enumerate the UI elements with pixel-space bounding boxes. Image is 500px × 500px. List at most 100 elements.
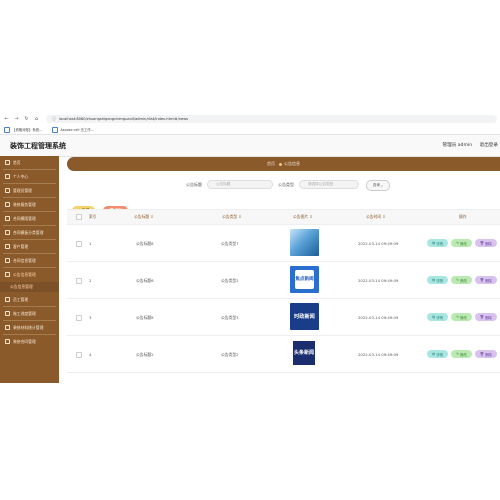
sidebar-item-services[interactable]: 装修服务管理	[0, 198, 59, 211]
row-time: 2022-03-14 09:49:09	[358, 241, 399, 246]
announcement-image	[290, 229, 319, 256]
edit-icon: ✎	[456, 278, 459, 282]
sort-icon: ⇕	[309, 214, 313, 219]
sidebar-subitem-announcements[interactable]: 公告信息管理	[0, 282, 59, 292]
sidebar-item-label: 合同模版管理	[13, 215, 36, 221]
menu-icon	[5, 311, 10, 316]
sidebar-item-announcements[interactable]: 公告信息管理	[0, 268, 59, 281]
row-title: 公告标题8	[136, 241, 154, 246]
sidebar-item-home[interactable]: 首页	[0, 156, 59, 169]
row-actions: ▤ 详情 ✎ 修改 🗑 删除	[427, 239, 500, 247]
edit-button[interactable]: ✎ 修改	[451, 313, 472, 321]
column-header[interactable]: 公告图片 ⇕	[293, 214, 313, 220]
sidebar-item-contracts[interactable]: 合同信息管理	[0, 254, 59, 267]
menu-icon	[5, 325, 10, 330]
search-button[interactable]: 查询 ⌕	[366, 180, 390, 191]
menu-icon	[5, 258, 10, 263]
search-bar: 公告标题 公告标题 公告类型 请选择公告类型 查询 ⌕	[0, 179, 500, 191]
sidebar-item-label: 装修服务管理	[13, 201, 36, 207]
menu-icon	[5, 244, 10, 249]
row-actions: ▤ 详情 ✎ 修改 🗑 删除	[427, 350, 500, 358]
row-checkbox[interactable]	[76, 241, 82, 247]
row-type: 公告类型3	[221, 315, 239, 320]
bookmark-item[interactable]: 【资格对账】系统...	[4, 126, 43, 133]
detail-icon: ▤	[432, 352, 436, 356]
row-type: 公告类型7	[221, 241, 239, 246]
address-bar[interactable]: ⓘ localhost:8080/zhuangshigongchenguanli…	[46, 115, 497, 123]
sidebar-item-progress[interactable]: 施工进度管理	[0, 307, 59, 320]
detail-button[interactable]: ▤ 详情	[427, 313, 449, 321]
op-label: 删除	[485, 352, 492, 357]
edit-button[interactable]: ✎ 修改	[451, 350, 472, 358]
row-index: 4	[89, 352, 92, 357]
column-header[interactable]: 公告类型 ⇕	[222, 214, 242, 220]
row-index: 3	[89, 315, 92, 320]
row-delete-button[interactable]: 🗑 删除	[474, 239, 497, 247]
column-header[interactable]: 公告时间 ⇕	[366, 214, 386, 220]
select-all-checkbox[interactable]	[76, 214, 82, 220]
title-search-input[interactable]: 公告标题	[207, 180, 273, 189]
bookmark-label: Aspose.cell 无工作...	[60, 128, 94, 132]
row-checkbox[interactable]	[76, 278, 82, 284]
trash-icon: 🗑	[479, 278, 485, 282]
home-icon[interactable]: ⌂	[33, 116, 40, 122]
detail-button[interactable]: ▤ 详情	[427, 350, 449, 358]
sidebar-item-label: 员工管理	[13, 296, 29, 302]
bookmark-item[interactable]: Aspose.cell 无工作...	[52, 126, 94, 133]
table-row: 2 公告标题6 公告类型2 焦点新闻 2022-03-14 09:49:09 ▤…	[67, 262, 500, 299]
op-label: 修改	[460, 352, 467, 357]
op-label: 删除	[485, 278, 492, 283]
image-caption: 焦点新闻	[295, 270, 314, 289]
detail-button[interactable]: ▤ 详情	[427, 239, 449, 247]
column-header-label: 公告类型	[222, 214, 238, 219]
row-checkbox[interactable]	[76, 352, 82, 358]
logout-link[interactable]: 退出登录	[480, 143, 498, 148]
column-header: 索引	[89, 214, 97, 219]
forward-icon[interactable]: →	[13, 116, 20, 122]
table-header: 索引 公告标题 ⇕ 公告类型 ⇕ 公告图片 ⇕ 公告时间 ⇕ 操作	[67, 209, 500, 225]
detail-icon: ▤	[432, 241, 436, 245]
row-time: 2022-03-14 09:49:09	[358, 278, 399, 283]
row-delete-button[interactable]: 🗑 删除	[474, 350, 497, 358]
menu-icon	[5, 230, 10, 235]
menu-icon	[5, 297, 10, 302]
column-header: 操作	[459, 214, 467, 219]
menu-icon	[5, 339, 10, 344]
sidebar-item-customers[interactable]: 客户管理	[0, 240, 59, 253]
row-checkbox[interactable]	[76, 315, 82, 321]
sidebar-item-materials[interactable]: 装修材料统计管理	[0, 321, 59, 334]
op-label: 详情	[436, 241, 444, 246]
menu-icon	[5, 202, 10, 207]
sidebar-item-label: 合同信息管理	[13, 257, 36, 263]
edit-icon: ✎	[456, 352, 459, 356]
sidebar-item-decoration-contracts[interactable]: 装修合同管理	[0, 335, 59, 348]
url-text: localhost:8080/zhuangshigongchenguanli/a…	[59, 117, 189, 121]
sidebar-item-label: 施工进度管理	[13, 310, 36, 316]
breadcrumb-separator	[279, 162, 282, 166]
edit-button[interactable]: ✎ 修改	[451, 276, 472, 284]
row-delete-button[interactable]: 🗑 删除	[474, 313, 497, 321]
bookmarks-bar: 【资格对账】系统... Aspose.cell 无工作...	[0, 125, 500, 135]
column-header[interactable]: 公告标题 ⇕	[134, 214, 154, 220]
op-label: 详情	[436, 278, 444, 283]
sidebar-item-contract-templates[interactable]: 合同模版管理	[0, 212, 59, 225]
detail-button[interactable]: ▤ 详情	[427, 276, 449, 284]
breadcrumb-home[interactable]: 首页	[267, 161, 275, 167]
type-select[interactable]: 请选择公告类型	[299, 180, 359, 189]
announcement-image: 焦点新闻	[290, 266, 319, 293]
row-delete-button[interactable]: 🗑 删除	[474, 276, 497, 284]
type-search-label: 公告类型	[278, 182, 294, 187]
sidebar-item-employees[interactable]: 员工管理	[0, 293, 59, 306]
back-icon[interactable]: ←	[3, 116, 10, 122]
reload-icon[interactable]: ↻	[23, 116, 30, 122]
row-actions: ▤ 详情 ✎ 修改 🗑 删除	[427, 313, 500, 321]
bookmark-label: 【资格对账】系统...	[12, 128, 43, 132]
edit-button[interactable]: ✎ 修改	[451, 239, 472, 247]
row-index: 1	[89, 241, 92, 246]
info-icon: ⓘ	[52, 116, 56, 121]
op-label: 详情	[436, 315, 444, 320]
sidebar-item-template-categories[interactable]: 合同模板分类管理	[0, 226, 59, 239]
image-caption: 时政新闻	[294, 314, 315, 320]
user-label: 管理员 admin	[442, 143, 473, 148]
bookmark-icon	[52, 126, 59, 133]
